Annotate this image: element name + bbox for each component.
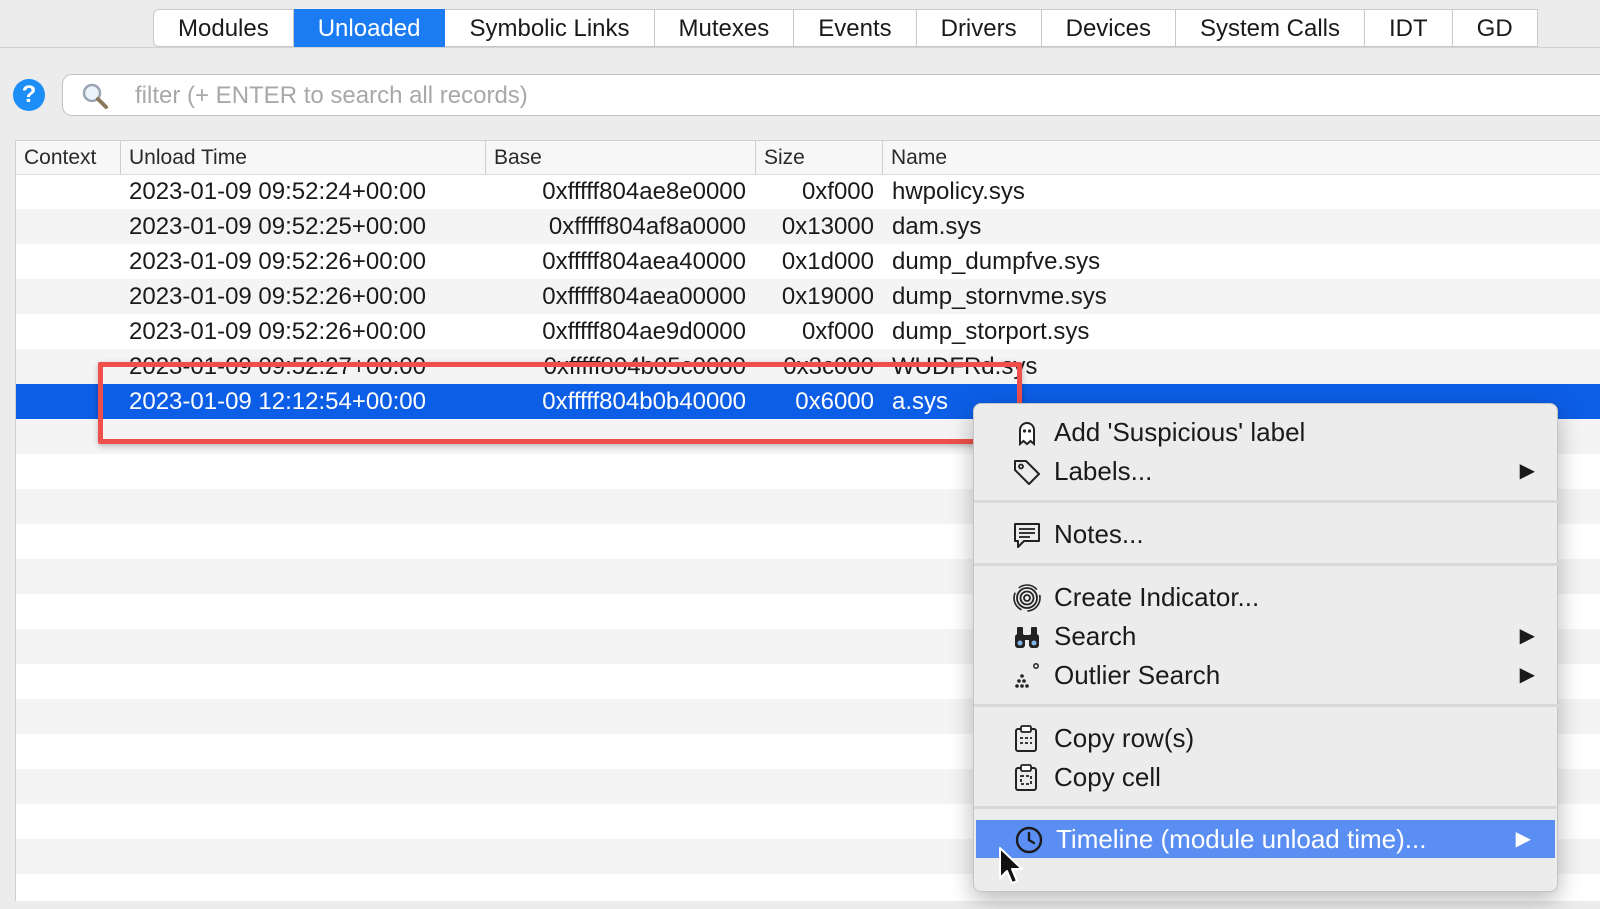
cell-base: 0xfffff804af8a0000 (548, 213, 746, 240)
cell-base: 0xfffff804aea40000 (542, 248, 746, 275)
context-menu: Add 'Suspicious' label Labels... ▶ Notes… (973, 403, 1559, 892)
scatter-plot-icon (1015, 663, 1039, 688)
table-row[interactable]: 2023-01-09 09:52:26+00:00 0xfffff804aea0… (16, 279, 1600, 314)
menu-label: Create Indicator... (1054, 582, 1260, 612)
menu-separator (974, 806, 1559, 809)
submenu-arrow-icon: ▶ (1519, 625, 1535, 647)
table-row[interactable]: 2023-01-09 09:52:25+00:00 0xfffff804af8a… (16, 209, 1600, 244)
tab-devices[interactable]: Devices (1041, 9, 1176, 47)
menu-item-copy-rows[interactable]: Copy row(s) (974, 719, 1559, 757)
tab-modules[interactable]: Modules (153, 9, 294, 47)
menu-item-create-indicator[interactable]: Create Indicator... (974, 578, 1559, 616)
filter-box (62, 74, 1600, 116)
clipboard-icon (1015, 764, 1037, 791)
tab-gdt[interactable]: GD (1452, 9, 1538, 47)
cell-size: 0xf000 (801, 318, 874, 345)
highlight-box (98, 362, 1022, 444)
tab-mutexes[interactable]: Mutexes (654, 9, 795, 47)
cell-size: 0x13000 (781, 213, 874, 240)
tag-icon (1014, 460, 1040, 485)
table-header: Context Unload Time Base Size Name (16, 141, 1600, 175)
cell-base: 0xfffff804ae9d0000 (542, 318, 746, 345)
column-unload-time[interactable]: Unload Time (120, 141, 486, 174)
tab-symbolic-links[interactable]: Symbolic Links (445, 9, 655, 47)
column-base[interactable]: Base (485, 141, 755, 174)
menu-separator (974, 563, 1559, 566)
menu-separator (974, 500, 1559, 503)
tab-unloaded[interactable]: Unloaded (293, 9, 446, 47)
help-icon[interactable]: ? (13, 79, 45, 111)
cell-name: dump_dumpfve.sys (892, 248, 1101, 275)
menu-label: Search (1054, 621, 1137, 651)
cell-base: 0xfffff804aea00000 (542, 283, 746, 310)
clipboard-icon (1015, 725, 1037, 752)
column-context[interactable]: Context (16, 141, 120, 174)
tab-idt[interactable]: IDT (1365, 9, 1453, 47)
submenu-arrow-icon: ▶ (1519, 460, 1535, 482)
column-name[interactable]: Name (882, 141, 1600, 174)
submenu-arrow-icon: ▶ (1515, 828, 1531, 850)
tab-divider (0, 47, 1600, 48)
menu-label: Labels... (1054, 456, 1153, 486)
menu-separator (974, 704, 1559, 707)
table-row[interactable]: 2023-01-09 09:52:24+00:00 0xfffff804ae8e… (16, 174, 1600, 209)
menu-item-copy-cell[interactable]: Copy cell (974, 758, 1559, 796)
cell-unload-time: 2023-01-09 09:52:26+00:00 (129, 283, 426, 310)
cell-size: 0xf000 (801, 178, 874, 205)
cell-unload-time: 2023-01-09 09:52:24+00:00 (129, 178, 426, 205)
menu-label: Timeline (module unload time)... (1056, 824, 1427, 854)
menu-label: Notes... (1054, 519, 1144, 549)
search-icon (82, 83, 108, 109)
menu-item-search[interactable]: Search ▶ (974, 617, 1559, 655)
mouse-cursor-icon (999, 847, 1023, 884)
cell-name: hwpolicy.sys (892, 178, 1025, 205)
cell-name: dump_stornvme.sys (892, 283, 1107, 310)
binoculars-icon (1015, 627, 1039, 648)
menu-label: Copy cell (1054, 762, 1161, 792)
menu-label: Copy row(s) (1054, 723, 1195, 753)
tab-bar: Modules Unloaded Symbolic Links Mutexes … (153, 9, 1538, 48)
tab-events[interactable]: Events (794, 9, 917, 47)
table-row[interactable]: 2023-01-09 09:52:26+00:00 0xfffff804aea4… (16, 244, 1600, 279)
cell-size: 0x1d000 (781, 248, 874, 275)
cell-unload-time: 2023-01-09 09:52:26+00:00 (129, 318, 426, 345)
fingerprint-icon (1013, 584, 1041, 612)
menu-item-outlier-search[interactable]: Outlier Search ▶ (974, 656, 1559, 694)
cell-name: dam.sys (892, 213, 982, 240)
cell-size: 0x19000 (781, 283, 874, 310)
table-row[interactable]: 2023-01-09 09:52:26+00:00 0xfffff804ae9d… (16, 314, 1600, 349)
cell-unload-time: 2023-01-09 09:52:25+00:00 (129, 213, 426, 240)
filter-input[interactable] (133, 80, 1537, 112)
notes-icon (1014, 523, 1040, 548)
menu-item-labels[interactable]: Labels... ▶ (974, 452, 1559, 490)
cell-name: dump_storport.sys (892, 318, 1090, 345)
submenu-arrow-icon: ▶ (1519, 664, 1535, 686)
ghost-icon (1019, 422, 1035, 447)
menu-item-notes[interactable]: Notes... (974, 515, 1559, 553)
cell-unload-time: 2023-01-09 09:52:26+00:00 (129, 248, 426, 275)
tab-system-calls[interactable]: System Calls (1175, 9, 1365, 47)
menu-item-timeline[interactable]: Timeline (module unload time)... ▶ (976, 820, 1555, 858)
column-size[interactable]: Size (755, 141, 883, 174)
cell-base: 0xfffff804ae8e0000 (542, 178, 746, 205)
menu-label: Outlier Search (1054, 660, 1221, 690)
menu-label: Add 'Suspicious' label (1054, 417, 1306, 447)
tab-drivers[interactable]: Drivers (916, 9, 1042, 47)
menu-item-add-suspicious-label[interactable]: Add 'Suspicious' label (974, 413, 1559, 451)
